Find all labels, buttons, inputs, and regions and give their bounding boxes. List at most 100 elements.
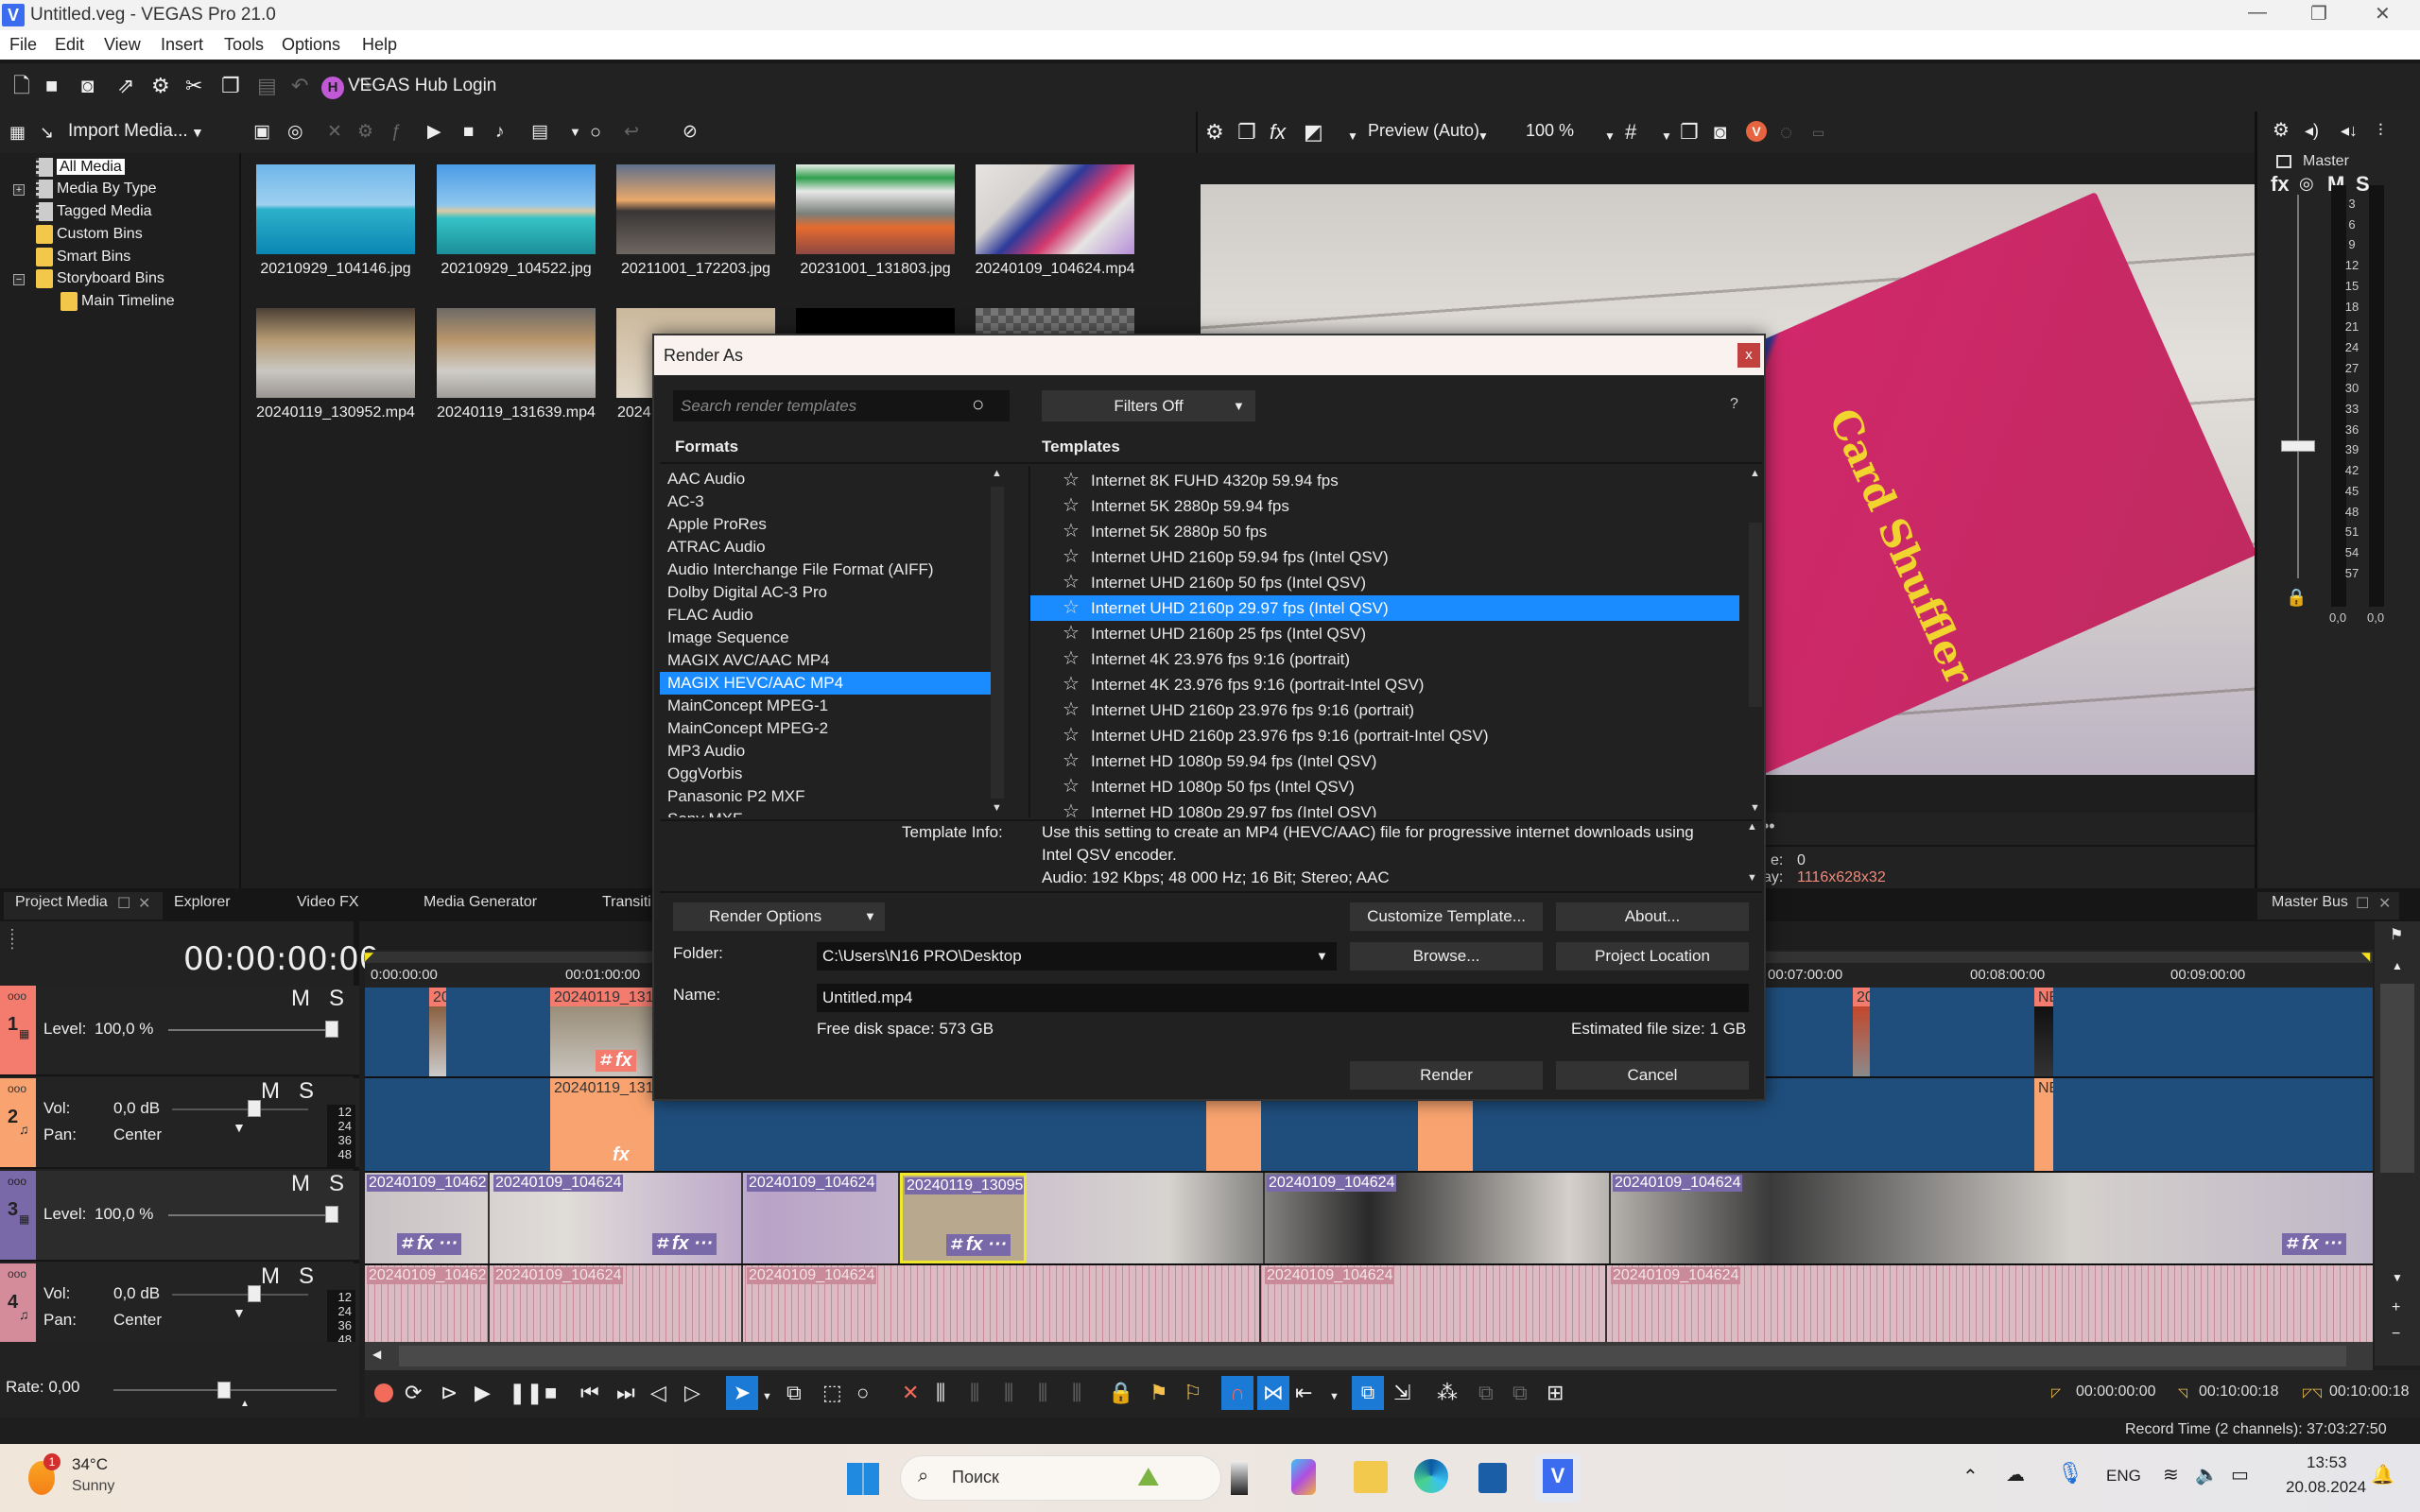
split-icon[interactable]: ⫼: [1038, 1382, 1047, 1404]
trim-icon[interactable]: ⫼: [936, 1382, 945, 1404]
group-icon[interactable]: ⧉: [1478, 1382, 1494, 1404]
dialog-title-bar[interactable]: Render As x: [654, 335, 1764, 375]
go-to-end-icon[interactable]: ⏭: [616, 1382, 635, 1404]
clock-time[interactable]: 13:53: [2307, 1453, 2347, 1472]
template-item[interactable]: ☆ Internet HD 1080p 29.97 fps (Intel QSV): [1030, 799, 1749, 817]
lock-icon[interactable]: 🔒: [2286, 588, 2307, 608]
language-indicator[interactable]: ENG: [2106, 1467, 2141, 1486]
selection-follows-icon[interactable]: ⇲: [1393, 1382, 1410, 1404]
snapping-icon[interactable]: ∩: [1221, 1376, 1253, 1410]
drag-handle-icon[interactable]: ⋮ ⋮: [6, 927, 19, 950]
solo-button[interactable]: S: [329, 986, 344, 1012]
project-location-button[interactable]: Project Location: [1556, 942, 1749, 971]
template-item[interactable]: ☆ Internet HD 1080p 59.94 fps (Intel QSV): [1030, 748, 1749, 774]
favorite-star-icon[interactable]: ☆: [1063, 570, 1080, 595]
format-item[interactable]: MainConcept MPEG-2: [667, 717, 828, 740]
solo-button[interactable]: S: [329, 1171, 344, 1197]
favorite-star-icon[interactable]: ☆: [1063, 723, 1080, 748]
vegas-taskbar-button[interactable]: V: [1535, 1453, 1581, 1503]
format-item[interactable]: FLAC Audio: [667, 604, 753, 627]
add-track-icon[interactable]: ⊞: [1547, 1382, 1564, 1404]
format-item[interactable]: AAC Audio: [667, 468, 745, 490]
ignore-grouping-icon[interactable]: ⫼: [1072, 1382, 1081, 1404]
save-icon[interactable]: ◙: [81, 75, 94, 97]
save-snapshot-icon[interactable]: ◙: [1714, 121, 1726, 144]
template-item[interactable]: ☆ Internet UHD 2160p 25 fps (Intel QSV): [1030, 621, 1749, 646]
render-options-dropdown[interactable]: Render Options ▼: [673, 902, 885, 931]
selection-end-time[interactable]: 00:10:00:18: [2199, 1383, 2279, 1400]
scroll-left-icon[interactable]: ◀: [372, 1348, 381, 1361]
media-thumbnail[interactable]: [976, 164, 1134, 254]
trim-end-icon[interactable]: ⫼: [1004, 1382, 1013, 1404]
level-slider[interactable]: [168, 1029, 331, 1031]
clip[interactable]: 20240109_104624: [1263, 1173, 1607, 1263]
clip-fx-icon[interactable]: fx: [613, 1144, 630, 1166]
favorite-star-icon[interactable]: ☆: [1063, 646, 1080, 672]
stop-icon[interactable]: ■: [463, 121, 474, 144]
template-item[interactable]: ☆ Internet 4K 23.976 fps 9:16 (portrait-I…: [1030, 672, 1749, 697]
tree-item-all-media[interactable]: All Media: [36, 157, 125, 178]
template-item[interactable]: ☆ Internet UHD 2160p 23.976 fps 9:16 (por…: [1030, 723, 1749, 748]
format-item[interactable]: Dolby Digital AC-3 Pro: [667, 581, 827, 604]
clip[interactable]: 20240119_131 ⌗ fx: [550, 988, 654, 1076]
clip[interactable]: [1418, 1091, 1473, 1171]
rate-slider-handle[interactable]: [217, 1382, 231, 1399]
help-icon[interactable]: ?: [1730, 396, 1738, 413]
play-icon[interactable]: ▶: [427, 121, 441, 144]
master-bus-maximize-icon[interactable]: ☐: [2356, 894, 2369, 913]
scroll-down-icon[interactable]: ▼: [2392, 1271, 2403, 1284]
stop-icon[interactable]: ■: [544, 1382, 557, 1404]
tree-item-tagged-media[interactable]: Tagged Media: [36, 201, 152, 222]
template-item[interactable]: ☆ Internet UHD 2160p 29.97 fps (Intel QSV…: [1030, 595, 1739, 621]
envelope-tool-icon[interactable]: ⧉: [786, 1382, 802, 1404]
menu-tools[interactable]: Tools: [224, 35, 264, 55]
master-fx-button[interactable]: fx: [2271, 172, 2290, 197]
template-item[interactable]: ☆ Internet 8K FUHD 4320p 59.94 fps: [1030, 468, 1749, 493]
filters-dropdown[interactable]: Filters Off ▼: [1042, 390, 1255, 421]
format-item[interactable]: Panasonic P2 MXF: [667, 785, 805, 808]
media-thumbnail[interactable]: [437, 164, 596, 254]
file-explorer-icon[interactable]: [1354, 1461, 1388, 1493]
media-thumbnail[interactable]: [256, 164, 415, 254]
format-item[interactable]: MAGIX AVC/AAC MP4: [667, 649, 830, 672]
selection-length-time[interactable]: 00:10:00:18: [2329, 1383, 2410, 1400]
tree-item-media-by-type[interactable]: Media By Type: [36, 179, 157, 199]
zoom-dropdown-icon[interactable]: ▼: [1604, 125, 1616, 147]
zoom-level-dropdown[interactable]: 100 %: [1526, 121, 1574, 141]
track-3-lane[interactable]: 20240109_10462 ⌗ fx ··· 20240109_104624 ⌗ …: [365, 1173, 2373, 1265]
microsoft-store-icon[interactable]: [1478, 1463, 1507, 1493]
solo-button[interactable]: S: [299, 1078, 314, 1105]
zoom-out-icon[interactable]: −: [2392, 1326, 2400, 1343]
color-match-icon[interactable]: ⁂: [1437, 1382, 1458, 1404]
menu-edit[interactable]: Edit: [55, 35, 84, 55]
clip[interactable]: 20240109_104624: [1609, 1265, 2373, 1343]
clip[interactable]: 20240109_104624 ⌗ fx ···: [1609, 1173, 2373, 1263]
delete-icon[interactable]: ✕: [327, 121, 342, 144]
expand-icon[interactable]: +: [13, 184, 25, 196]
microphone-icon[interactable]: 🎙: [2057, 1461, 2083, 1486]
cut-icon[interactable]: ✂: [185, 75, 202, 97]
scroll-down-icon[interactable]: ▼: [992, 802, 1002, 814]
split-screen-icon[interactable]: ◩: [1304, 121, 1323, 144]
ripple-dropdown-icon[interactable]: ▼: [1329, 1385, 1340, 1408]
clip[interactable]: 20240109_104624: [1263, 1265, 1607, 1343]
preview-settings-icon[interactable]: ⚙: [1205, 121, 1224, 144]
clip[interactable]: 20240109_104624: [492, 1265, 743, 1343]
import-media-button[interactable]: Import Media...: [68, 121, 188, 142]
next-frame-icon[interactable]: ▷: [684, 1382, 700, 1404]
edge-icon[interactable]: [1414, 1459, 1448, 1493]
track-menu-icon[interactable]: ooo: [8, 1082, 26, 1095]
taskbar-search[interactable]: ⌕ Поиск ⛰: [900, 1455, 1221, 1501]
folder-dropdown[interactable]: C:\Users\N16 PRO\Desktop ▼: [817, 942, 1337, 971]
tab-master-bus-label[interactable]: Master Bus: [2272, 894, 2348, 911]
import-icon[interactable]: ↘: [40, 121, 54, 144]
template-item[interactable]: ☆ Internet UHD 2160p 50 fps (Intel QSV): [1030, 570, 1749, 595]
clip[interactable]: 20240109_10462 ⌗ fx ···: [365, 1173, 490, 1263]
marker-icon[interactable]: ⚑: [2390, 925, 2403, 944]
wifi-icon[interactable]: ≋: [2163, 1463, 2179, 1486]
paste-icon[interactable]: ▤: [257, 75, 277, 97]
close-window-button[interactable]: ✕: [2375, 2, 2391, 26]
loop-icon[interactable]: ⟳: [405, 1382, 422, 1404]
clip[interactable]: 20: [1853, 988, 1870, 1076]
pause-icon[interactable]: ❚❚: [509, 1382, 544, 1404]
